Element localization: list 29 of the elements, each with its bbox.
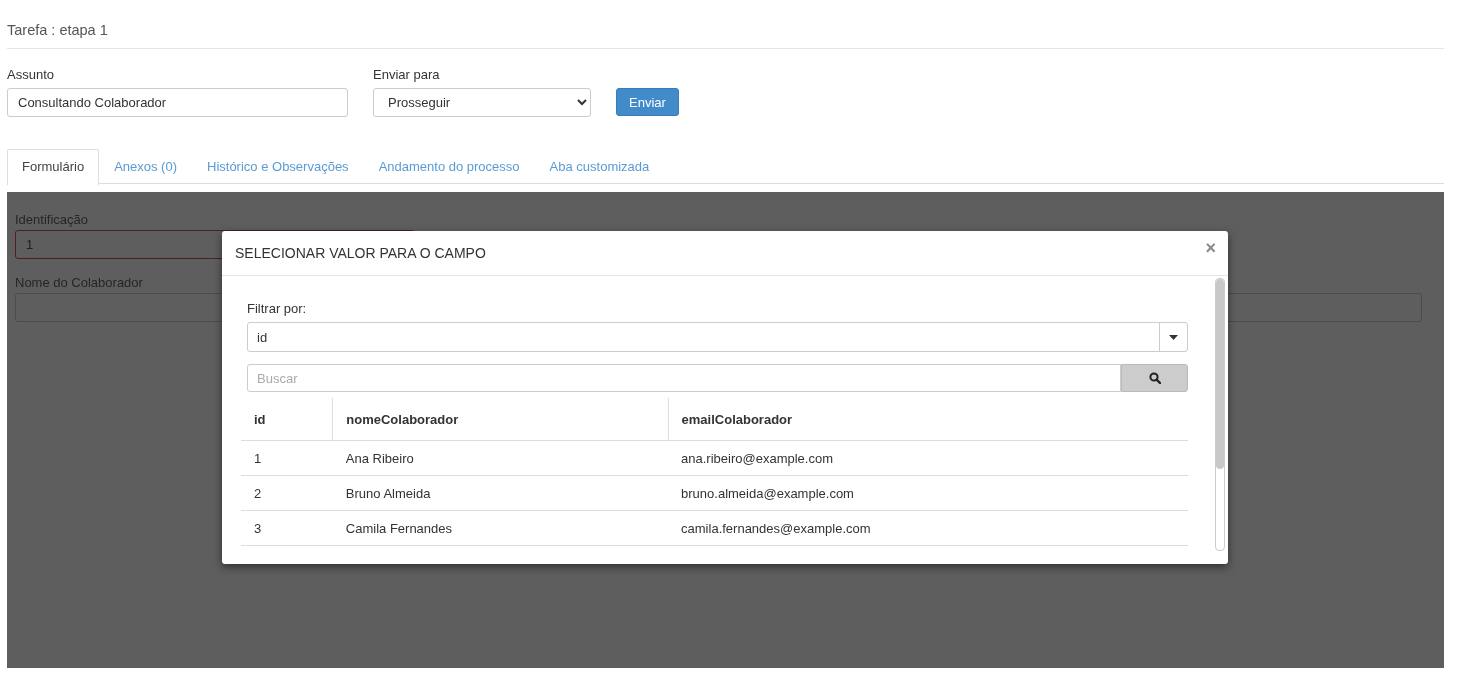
send-to-dropdown[interactable]: Prosseguir xyxy=(373,88,591,117)
search-icon xyxy=(1148,372,1161,384)
table-cell[interactable]: 2 xyxy=(241,475,333,511)
table-cell[interactable]: bruno.almeida@example.com xyxy=(668,475,1188,511)
column-header: nomeColaborador xyxy=(332,398,669,441)
column-header: id xyxy=(241,398,333,441)
tab[interactable]: Formulário xyxy=(7,149,100,185)
column-header: emailColaborador xyxy=(668,398,1188,441)
caret-down-icon xyxy=(1169,334,1178,340)
search-button[interactable] xyxy=(1121,364,1188,392)
field-label: Identificação xyxy=(15,212,89,227)
filter-dropdown[interactable]: id xyxy=(247,322,1188,352)
send-button[interactable]: Enviar xyxy=(616,88,679,116)
field-label: Nome do Colaborador xyxy=(15,275,144,290)
subject-field[interactable]: Consultando Colaborador xyxy=(7,88,348,117)
scrollbar[interactable] xyxy=(1215,278,1225,551)
table-cell[interactable]: camila.fernandes@example.com xyxy=(668,510,1188,546)
field-label: Enviar para xyxy=(373,67,441,82)
table-cell[interactable]: 1 xyxy=(241,440,333,476)
search-field[interactable]: Buscar xyxy=(247,364,1121,392)
table-cell[interactable]: Ana Ribeiro xyxy=(332,440,669,476)
field-label: Assunto xyxy=(7,67,55,82)
table-cell[interactable]: Camila Fernandes xyxy=(332,510,669,546)
page-title: Tarefa : etapa 1 xyxy=(7,0,1444,49)
table-cell[interactable]: Bruno Almeida xyxy=(332,475,669,511)
field-label: Filtrar por: xyxy=(247,301,308,316)
table-cell[interactable]: 3 xyxy=(241,510,333,546)
close-button[interactable]: × xyxy=(1205,237,1216,259)
table-cell[interactable]: ana.ribeiro@example.com xyxy=(668,440,1188,476)
